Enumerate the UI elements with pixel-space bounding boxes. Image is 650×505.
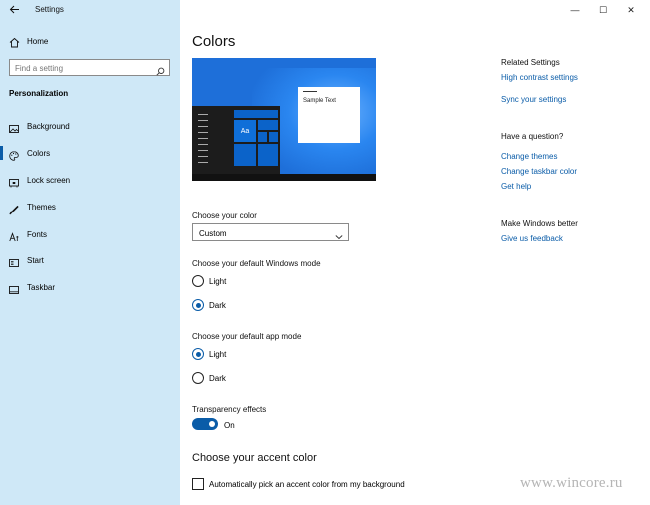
home-icon: [9, 35, 20, 48]
sidebar-item-lock-screen[interactable]: Lock screen: [0, 170, 180, 190]
minimize-button[interactable]: —: [568, 3, 582, 17]
windows-mode-label: Choose your default Windows mode: [192, 259, 321, 268]
app-mode-light-radio[interactable]: Light: [192, 348, 342, 362]
preview-tile: [234, 144, 256, 166]
sidebar-item-background[interactable]: Background: [0, 116, 180, 136]
page-title: Colors: [192, 33, 236, 50]
active-indicator: [0, 146, 3, 160]
sidebar-item-label: Start: [27, 256, 44, 265]
high-contrast-link[interactable]: High contrast settings: [501, 73, 578, 82]
sidebar-item-label: Background: [27, 122, 70, 131]
transparency-label: Transparency effects: [192, 405, 267, 414]
app-mode-label: Choose your default app mode: [192, 332, 302, 341]
section-title: Personalization: [9, 89, 69, 98]
sidebar: Settings Home Personalization Background…: [0, 0, 180, 505]
home-label: Home: [27, 37, 49, 46]
preview-list-line: [198, 144, 208, 145]
radio-circle-selected: [192, 299, 204, 311]
preview-list-line: [198, 162, 208, 163]
choose-color-label: Choose your color: [192, 211, 257, 220]
theme-preview: Sample Text Aa: [192, 58, 376, 181]
sidebar-item-start[interactable]: Start: [0, 250, 180, 270]
windows-mode-dark-radio[interactable]: Dark: [192, 299, 342, 313]
sidebar-item-taskbar[interactable]: Taskbar: [0, 277, 180, 297]
radio-label: Dark: [209, 301, 226, 310]
close-button[interactable]: ✕: [624, 3, 638, 17]
search-input[interactable]: [15, 63, 155, 73]
sidebar-item-fonts[interactable]: Fonts: [0, 224, 180, 244]
home-nav-item[interactable]: Home: [0, 33, 180, 51]
transparency-toggle[interactable]: [192, 418, 218, 430]
lock-screen-icon: [9, 175, 19, 188]
preview-start-menu: Aa: [192, 106, 280, 174]
chevron-down-icon: [335, 228, 343, 240]
change-taskbar-color-link[interactable]: Change taskbar color: [501, 167, 577, 176]
app-mode-dark-radio[interactable]: Dark: [192, 372, 342, 386]
get-help-link[interactable]: Get help: [501, 182, 531, 191]
preview-taskbar: [192, 174, 376, 181]
themes-icon: [9, 202, 19, 215]
sidebar-item-label: Lock screen: [27, 176, 71, 185]
radio-label: Light: [209, 350, 227, 359]
main-content: — ☐ ✕ Colors Sample Text Aa Choose your …: [180, 0, 650, 505]
sidebar-item-label: Taskbar: [27, 283, 56, 292]
preview-list-line: [198, 156, 208, 157]
sidebar-item-label: Fonts: [27, 230, 48, 239]
taskbar-icon: [9, 282, 19, 294]
toggle-knob: [209, 421, 215, 427]
title-bar: Settings: [0, 0, 180, 20]
preview-tile: [258, 144, 278, 166]
transparency-state: On: [224, 421, 235, 430]
preview-tile: [269, 132, 278, 142]
preview-list-line: [198, 132, 208, 133]
app-title: Settings: [35, 5, 64, 14]
accent-color-heading: Choose your accent color: [192, 452, 317, 464]
start-icon: [9, 255, 19, 267]
preview-tile-aa: Aa: [234, 120, 256, 142]
back-arrow-icon[interactable]: [9, 4, 21, 16]
give-feedback-link[interactable]: Give us feedback: [501, 234, 563, 243]
watermark: www.wincore.ru: [520, 475, 623, 491]
sidebar-item-colors[interactable]: Colors: [0, 143, 180, 163]
sidebar-item-themes[interactable]: Themes: [0, 197, 180, 217]
radio-circle: [192, 275, 204, 287]
preview-list-line: [198, 114, 208, 115]
image-icon: [9, 121, 19, 133]
auto-accent-checkbox[interactable]: [192, 478, 204, 490]
preview-tile: [258, 132, 267, 142]
windows-mode-light-radio[interactable]: Light: [192, 275, 342, 289]
change-themes-link[interactable]: Change themes: [501, 152, 557, 161]
search-box[interactable]: [9, 59, 170, 76]
question-heading: Have a question?: [501, 132, 564, 141]
preview-list-line: [198, 150, 208, 151]
maximize-button[interactable]: ☐: [596, 3, 610, 17]
related-settings-heading: Related Settings: [501, 58, 560, 67]
preview-title-line: [303, 91, 317, 92]
palette-icon: [9, 148, 19, 161]
radio-circle-selected: [192, 348, 204, 360]
preview-sample-window: Sample Text: [298, 87, 360, 143]
radio-label: Light: [209, 277, 227, 286]
choose-color-dropdown[interactable]: Custom: [192, 223, 349, 241]
radio-circle: [192, 372, 204, 384]
sync-settings-link[interactable]: Sync your settings: [501, 95, 566, 104]
preview-list-line: [198, 126, 208, 127]
auto-accent-label: Automatically pick an accent color from …: [209, 480, 405, 489]
fonts-icon: [9, 229, 19, 242]
preview-tile: [234, 110, 278, 118]
preview-list-line: [198, 120, 208, 121]
sidebar-item-label: Colors: [27, 149, 51, 158]
preview-tile: [258, 120, 278, 130]
sidebar-item-label: Themes: [27, 203, 56, 212]
preview-sample-text: Sample Text: [303, 98, 336, 104]
search-icon[interactable]: [156, 63, 165, 76]
window-controls: — ☐ ✕: [560, 0, 650, 20]
dropdown-value: Custom: [199, 229, 227, 238]
make-windows-better-heading: Make Windows better: [501, 219, 578, 228]
preview-list-line: [198, 138, 208, 139]
radio-label: Dark: [209, 374, 226, 383]
